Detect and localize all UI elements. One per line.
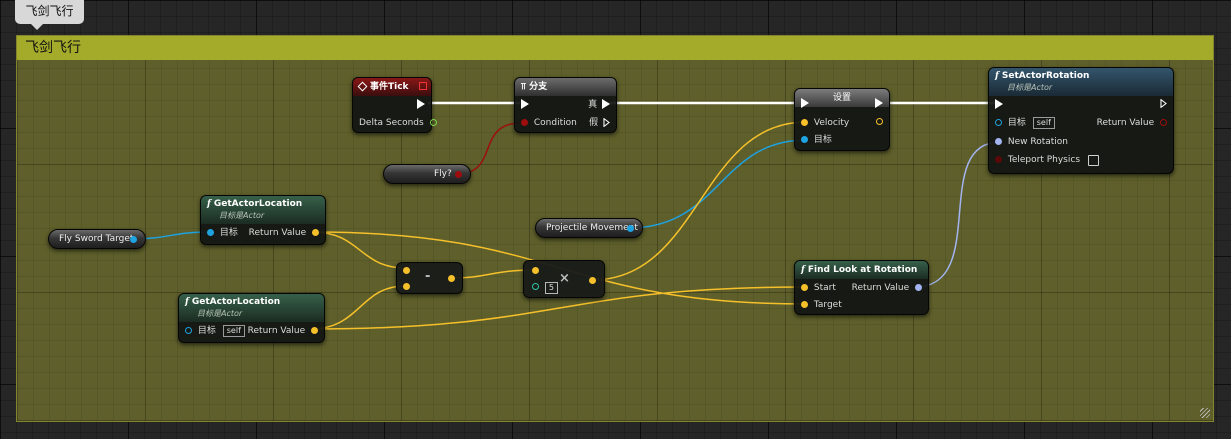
rotation-target-pin-icon[interactable] bbox=[995, 118, 1002, 126]
condition-label: Condition bbox=[533, 118, 577, 128]
loc2-return-value-label: Return Value bbox=[247, 326, 306, 336]
get-actor-location-2-header[interactable]: f GetActorLocation 目标是Actor bbox=[179, 294, 324, 322]
projectile-movement-node[interactable]: Projectile Movement bbox=[535, 218, 643, 238]
exec-out-pin-icon[interactable] bbox=[417, 98, 425, 109]
get-actor-location-2-subtitle: 目标是Actor bbox=[197, 309, 243, 318]
function-icon: f bbox=[801, 265, 805, 275]
find-look-at-title: Find Look at Rotation bbox=[807, 265, 918, 275]
set-actor-rotation-title: SetActorRotation bbox=[1001, 71, 1090, 81]
new-rotation-label: New Rotation bbox=[1007, 137, 1069, 147]
rotation-exec-out-pin-icon[interactable] bbox=[1160, 99, 1167, 108]
set-actor-rotation-subtitle: 目标是Actor bbox=[1007, 83, 1053, 92]
fly-sword-target-label: Fly Sword Target bbox=[59, 234, 134, 244]
rotation-target-label: 目标 bbox=[1007, 118, 1026, 128]
set-node[interactable]: 设置 Velocity 目标 bbox=[794, 88, 890, 151]
branch-title: 分支 bbox=[529, 82, 548, 92]
find-look-at-header[interactable]: f Find Look at Rotation bbox=[795, 261, 928, 279]
event-tick-header[interactable]: 事件Tick bbox=[353, 78, 431, 96]
teleport-physics-label: Teleport Physics bbox=[1007, 155, 1081, 165]
get-actor-location-1-subtitle: 目标是Actor bbox=[219, 211, 265, 220]
branch-header[interactable]: ⫪ 分支 bbox=[515, 78, 616, 96]
branch-icon: ⫪ bbox=[521, 82, 527, 92]
look-start-label: Start bbox=[813, 283, 836, 293]
fly-variable-label: Fly? bbox=[434, 169, 452, 179]
multiply-in-b-pin-icon[interactable] bbox=[532, 283, 539, 290]
delta-seconds-pin-icon[interactable] bbox=[429, 118, 437, 126]
new-rotation-pin-icon[interactable] bbox=[995, 137, 1002, 145]
branch-true-pin-icon[interactable] bbox=[602, 99, 610, 109]
loc1-return-value-pin-icon[interactable] bbox=[312, 228, 319, 236]
set-actor-rotation-header[interactable]: f SetActorRotation 目标是Actor bbox=[989, 68, 1173, 96]
comment-header[interactable]: 飞剑飞行 bbox=[17, 36, 1213, 60]
multiply-node[interactable]: 5 × bbox=[523, 260, 605, 298]
set-actor-rotation-node[interactable]: f SetActorRotation 目标是Actor 目标 self Retur… bbox=[988, 67, 1174, 174]
multiply-symbol: × bbox=[559, 271, 570, 286]
fly-sword-target-node[interactable]: Fly Sword Target bbox=[48, 229, 146, 249]
multiply-out-pin-icon[interactable] bbox=[589, 277, 596, 284]
function-icon: f bbox=[207, 199, 211, 209]
look-target-label: Target bbox=[813, 300, 842, 310]
velocity-label: Velocity bbox=[813, 118, 850, 128]
projectile-movement-pin-icon[interactable] bbox=[627, 225, 634, 232]
look-return-value-label: Return Value bbox=[851, 283, 910, 293]
event-tick-node[interactable]: 事件Tick Delta Seconds bbox=[352, 77, 437, 133]
get-actor-location-2-title: GetActorLocation bbox=[191, 297, 281, 307]
event-tick-title: 事件Tick bbox=[370, 82, 409, 92]
projectile-movement-label: Projectile Movement bbox=[546, 223, 638, 233]
velocity-in-pin-icon[interactable] bbox=[801, 118, 808, 126]
get-actor-location-1-header[interactable]: f GetActorLocation 目标是Actor bbox=[201, 196, 325, 224]
rotation-return-value-label: Return Value bbox=[1096, 118, 1155, 128]
comment-bubble-arrow bbox=[31, 24, 43, 30]
branch-node[interactable]: ⫪ 分支 真 Condition 假 bbox=[514, 77, 617, 133]
loc1-target-pin-icon[interactable] bbox=[207, 228, 214, 236]
fly-variable-node[interactable]: Fly? bbox=[383, 164, 471, 184]
branch-false-pin-icon[interactable] bbox=[603, 117, 610, 127]
rotation-return-value-pin-icon[interactable] bbox=[1160, 118, 1167, 126]
branch-exec-in-pin-icon[interactable] bbox=[521, 98, 529, 109]
loc2-self-box[interactable]: self bbox=[222, 325, 245, 337]
delegate-pin-icon[interactable] bbox=[419, 82, 427, 90]
resize-grip-icon[interactable] bbox=[1200, 408, 1210, 418]
fly-sword-target-pin-icon[interactable] bbox=[130, 236, 137, 243]
teleport-physics-pin-icon[interactable] bbox=[995, 155, 1002, 163]
branch-true-label: 真 bbox=[588, 100, 598, 110]
rotation-self-box[interactable]: self bbox=[1032, 117, 1055, 129]
get-actor-location-node-1[interactable]: f GetActorLocation 目标是Actor 目标 Return Val… bbox=[200, 195, 326, 245]
multiply-in-a-pin-icon[interactable] bbox=[532, 267, 539, 274]
comment-bubble-tab[interactable]: 飞剑飞行 bbox=[15, 0, 84, 24]
set-exec-in-pin-icon[interactable] bbox=[801, 97, 809, 108]
subtract-out-pin-icon[interactable] bbox=[448, 275, 455, 282]
delta-seconds-label: Delta Seconds bbox=[359, 118, 424, 128]
subtract-in-a-pin-icon[interactable] bbox=[403, 267, 410, 274]
find-look-at-rotation-node[interactable]: f Find Look at Rotation Start Return Valu… bbox=[794, 260, 929, 315]
multiply-constant-box[interactable]: 5 bbox=[544, 281, 558, 294]
event-diamond-icon bbox=[357, 81, 368, 92]
get-actor-location-1-title: GetActorLocation bbox=[213, 199, 303, 209]
subtract-in-b-pin-icon[interactable] bbox=[403, 283, 410, 290]
branch-false-label: 假 bbox=[589, 118, 599, 128]
set-target-pin-icon[interactable] bbox=[801, 135, 808, 143]
loc2-target-label: 目标 bbox=[197, 326, 216, 336]
set-target-label: 目标 bbox=[813, 135, 832, 145]
condition-pin-icon[interactable] bbox=[521, 118, 528, 126]
function-icon: f bbox=[185, 297, 189, 307]
subtract-node[interactable]: - bbox=[396, 262, 463, 294]
loc2-return-value-pin-icon[interactable] bbox=[311, 326, 318, 334]
get-actor-location-node-2[interactable]: f GetActorLocation 目标是Actor 目标 self Retur… bbox=[178, 293, 325, 343]
fly-variable-pin-icon[interactable] bbox=[455, 171, 462, 178]
look-target-pin-icon[interactable] bbox=[801, 300, 808, 308]
loc2-target-pin-icon[interactable] bbox=[185, 326, 192, 334]
set-exec-out-pin-icon[interactable] bbox=[875, 97, 883, 108]
function-icon: f bbox=[995, 71, 999, 81]
rotation-exec-in-pin-icon[interactable] bbox=[995, 98, 1003, 109]
teleport-physics-checkbox[interactable] bbox=[1087, 154, 1099, 166]
look-start-pin-icon[interactable] bbox=[801, 283, 808, 291]
loc1-target-label: 目标 bbox=[219, 228, 238, 238]
loc1-return-value-label: Return Value bbox=[248, 228, 307, 238]
look-return-value-pin-icon[interactable] bbox=[915, 283, 922, 291]
velocity-out-pin-icon[interactable] bbox=[876, 118, 883, 125]
subtract-symbol: - bbox=[425, 269, 431, 284]
